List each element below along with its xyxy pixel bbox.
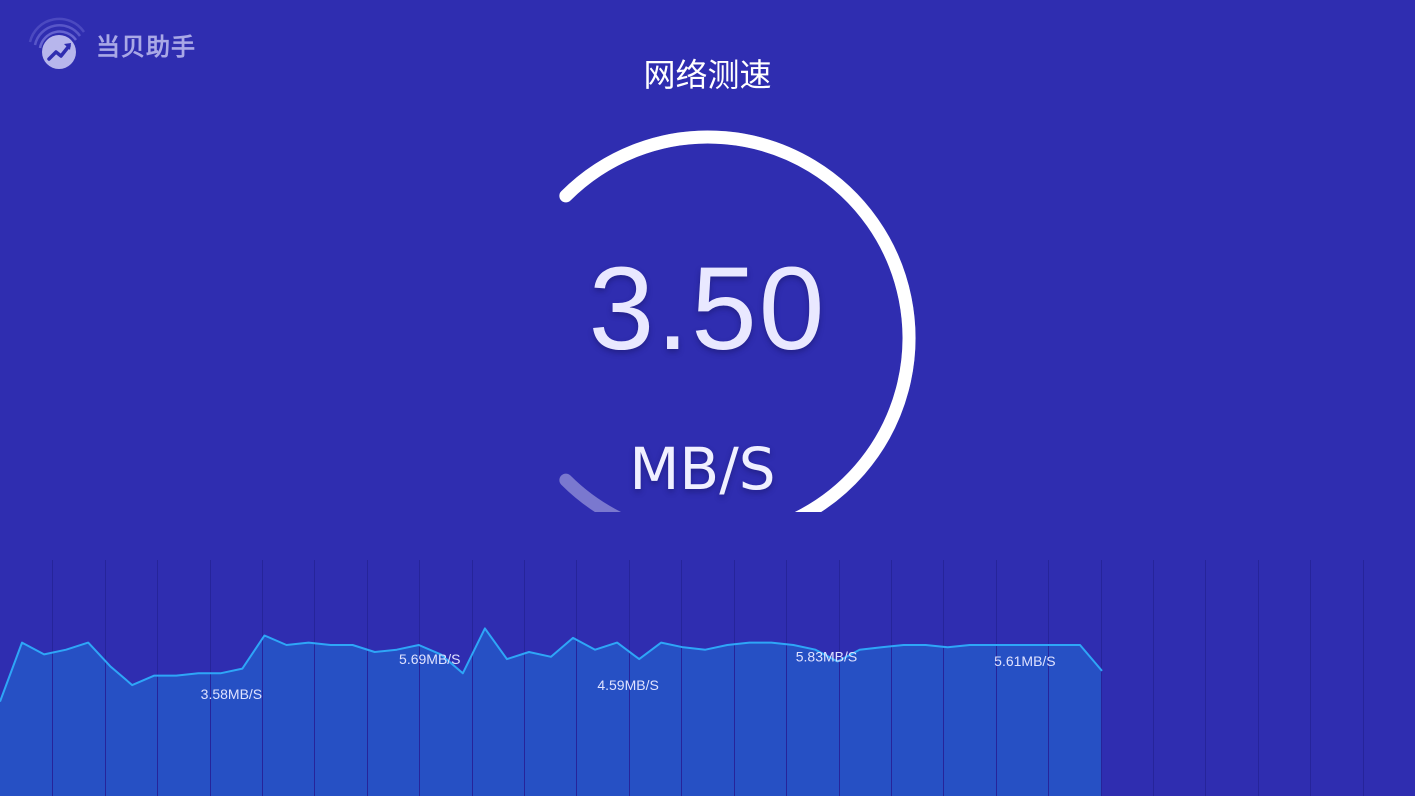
speed-unit: MB/S <box>629 435 776 503</box>
speed-area-fill <box>0 628 1102 796</box>
speed-annotation-label: 3.58MB/S <box>201 686 262 702</box>
page-title: 网络测速 <box>643 56 772 94</box>
speed-annotation-label: 5.83MB/S <box>796 649 857 665</box>
speed-annotation-label: 5.69MB/S <box>399 651 460 667</box>
speed-annotation-label: 5.61MB/S <box>994 653 1055 669</box>
speed-value: 3.50 <box>588 243 827 375</box>
speed-annotation-label: 4.59MB/S <box>597 677 658 693</box>
network-speed-test-screen: 当贝助手 网络测速 3.50 MB/S 3.58MB/S 5.69MB/S 4.59… <box>0 0 1415 796</box>
speed-history-chart: 3.58MB/S 5.69MB/S 4.59MB/S 5.83MB/S 5.61MB/S <box>0 560 1364 796</box>
